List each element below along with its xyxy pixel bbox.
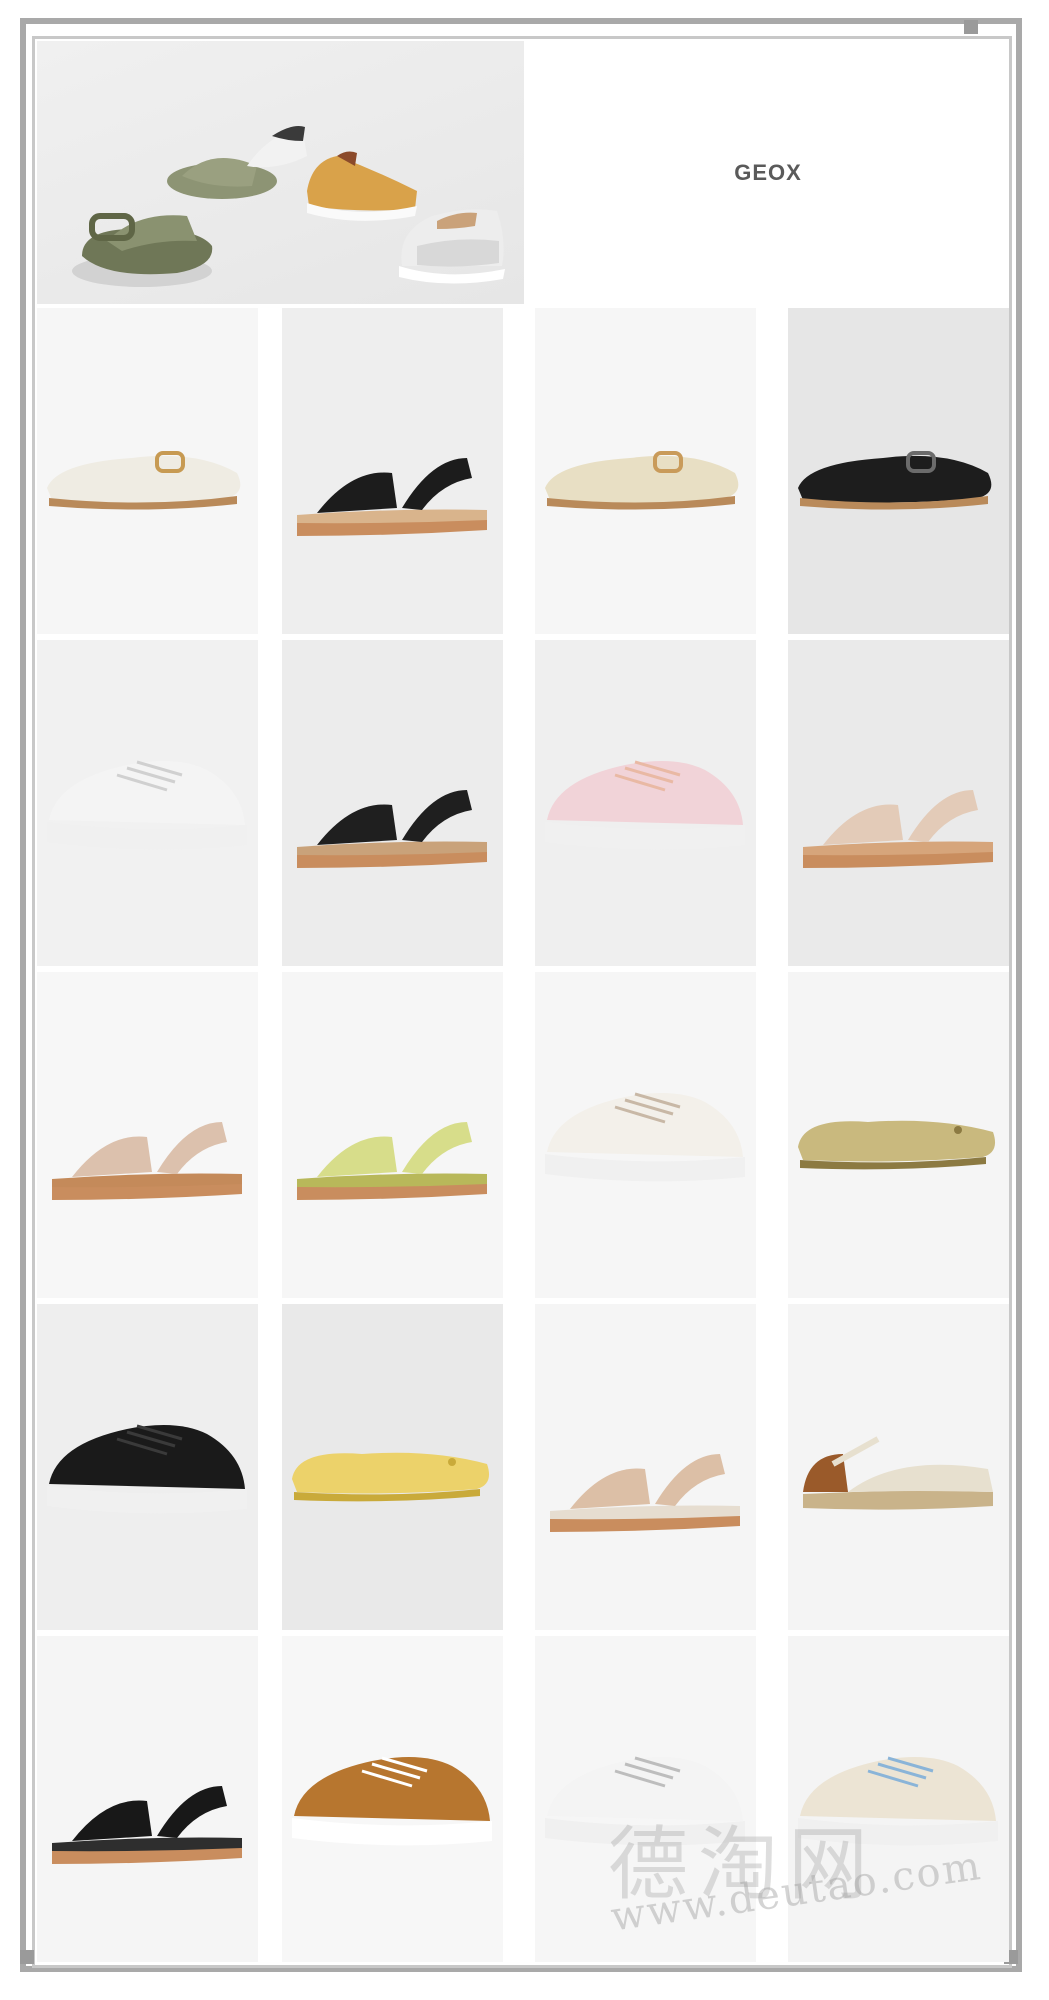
product-tile-yellow-ballet-flat[interactable]	[282, 1304, 503, 1630]
gold-ballet-flat-image	[798, 1120, 996, 1170]
product-tile-cream-blue-runner[interactable]	[788, 1636, 1009, 1962]
black-strap-sandal-image	[297, 458, 487, 536]
rose-gold-cross-sandal-image	[803, 790, 993, 868]
product-tile-cream-buckle-loafer[interactable]	[37, 308, 258, 634]
black-sport-sandal-image	[52, 1786, 242, 1864]
white-silver-sneaker-image	[545, 1756, 745, 1846]
frame-corner	[20, 1950, 34, 1964]
product-tile-gold-ballet-flat[interactable]	[788, 972, 1009, 1298]
product-tile-black-strap-sandal[interactable]	[282, 308, 503, 634]
beige-buckle-mule-image	[545, 451, 739, 510]
product-tile-black-moccasin[interactable]	[788, 308, 1009, 634]
product-tile-white-quilted-sneaker[interactable]	[535, 972, 756, 1298]
black-moccasin-image	[798, 451, 992, 510]
product-tile-lime-block-sandal[interactable]	[282, 972, 503, 1298]
white-knit-sneaker-image	[47, 760, 247, 850]
cream-buckle-loafer-image	[47, 451, 241, 510]
frame-corner	[964, 20, 978, 34]
product-tile-tan-suede-sneaker[interactable]	[282, 1636, 503, 1962]
geox-logo[interactable]: GEOX	[734, 160, 802, 186]
tan-suede-sneaker-image	[292, 1756, 492, 1846]
product-tile-rose-gold-strap-sandal[interactable]	[37, 972, 258, 1298]
lime-block-sandal-image	[297, 1122, 487, 1200]
product-tile-beige-buckle-mule[interactable]	[535, 308, 756, 634]
hero-shoes-image[interactable]	[37, 41, 524, 304]
rose-gold-strap-sandal-image	[52, 1122, 242, 1200]
product-tile-black-cross-sandal[interactable]	[282, 640, 503, 966]
pink-knit-sneaker-image	[545, 760, 745, 850]
product-tile-pink-knit-sneaker[interactable]	[535, 640, 756, 966]
brand-panel: GEOX	[527, 41, 1009, 304]
black-knit-sneaker-image	[47, 1424, 247, 1514]
product-tile-white-silver-sneaker[interactable]	[535, 1636, 756, 1962]
product-tile-rose-gold-sport-sandal[interactable]	[535, 1304, 756, 1630]
cream-espadrille-image	[803, 1436, 993, 1510]
product-tile-black-sport-sandal[interactable]	[37, 1636, 258, 1962]
white-quilted-sneaker-image	[545, 1092, 745, 1182]
rose-gold-sport-sandal-image	[550, 1454, 740, 1532]
yellow-ballet-flat-image	[292, 1452, 490, 1502]
hero-illustration	[72, 126, 505, 287]
black-cross-sandal-image	[297, 790, 487, 868]
product-tile-rose-gold-cross-sandal[interactable]	[788, 640, 1009, 966]
product-tile-black-knit-sneaker[interactable]	[37, 1304, 258, 1630]
product-tile-white-knit-sneaker[interactable]	[37, 640, 258, 966]
cream-blue-runner-image	[798, 1756, 998, 1846]
product-tile-cream-espadrille[interactable]	[788, 1304, 1009, 1630]
